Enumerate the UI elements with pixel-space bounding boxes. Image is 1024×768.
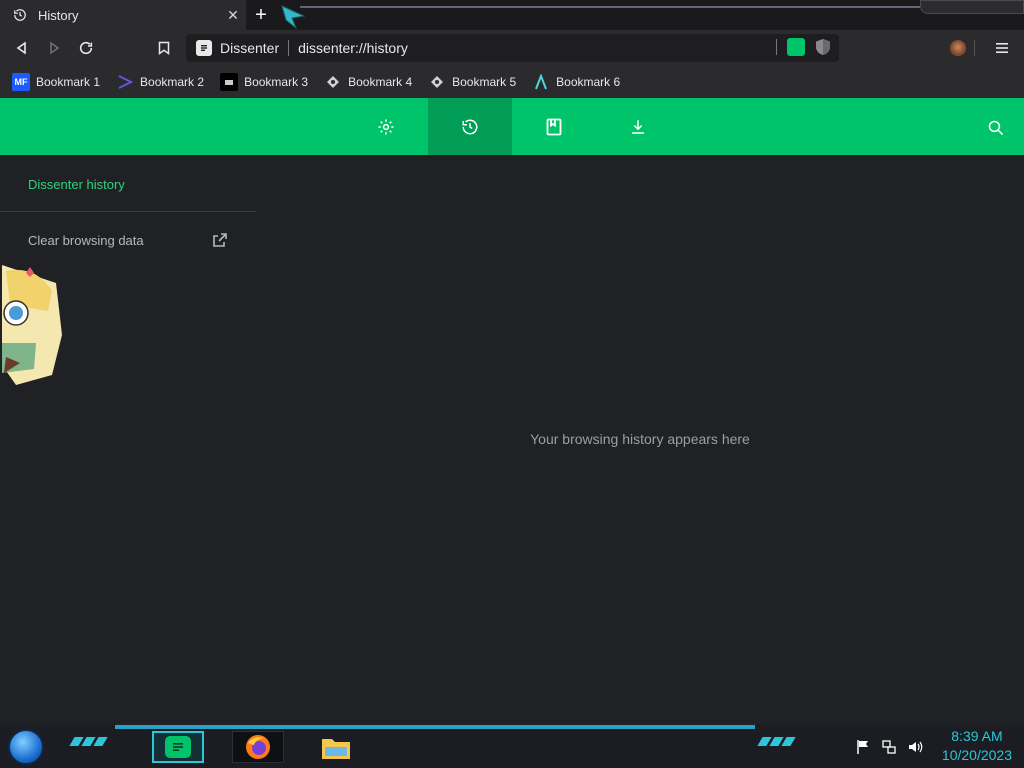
bookmark-icon[interactable]	[152, 36, 176, 60]
mediafire-icon: MF	[12, 73, 30, 91]
start-button[interactable]	[8, 729, 44, 765]
external-link-icon	[213, 233, 227, 247]
system-tray	[855, 739, 923, 755]
menu-icon[interactable]	[990, 36, 1014, 60]
chevron-decor-icon	[69, 737, 114, 751]
history-tab[interactable]	[428, 98, 512, 155]
sidebar-title[interactable]: Dissenter history	[28, 177, 125, 192]
dissenter-extension-icon[interactable]	[787, 38, 805, 56]
bookmark-item[interactable]: Bookmark 3	[220, 73, 308, 91]
bookmarks-tab[interactable]	[512, 98, 596, 155]
tab-strip: History ✕ +	[0, 0, 1024, 30]
empty-history-message: Your browsing history appears here	[530, 431, 750, 447]
bookmark-item[interactable]: Bookmark 5	[428, 73, 516, 91]
terminal-icon	[220, 73, 239, 91]
bookmark-manager-icon	[546, 118, 562, 135]
bookmark-item[interactable]: Bookmark 4	[324, 73, 412, 91]
taskbar-accent-strip	[115, 725, 755, 729]
taskbar: 8:39 AM 10/20/2023	[0, 725, 1024, 768]
volume-icon[interactable]	[907, 739, 923, 755]
firefox-icon	[246, 735, 270, 759]
folder-icon	[322, 739, 350, 759]
gear-icon	[378, 119, 394, 134]
dragon-icon	[324, 73, 342, 91]
address-bar[interactable]: Dissenter dissenter://history	[186, 34, 839, 62]
browser-window: History ✕ + Dissenter dissenter://histor…	[0, 0, 1024, 768]
history-icon	[12, 7, 28, 23]
tab-history[interactable]: History ✕	[0, 0, 246, 30]
titlebar-decor	[300, 0, 920, 8]
chevron-bookmark-icon	[116, 73, 134, 91]
page-header	[0, 98, 1024, 155]
window-corner-decor	[920, 0, 1024, 14]
tab-title: History	[38, 7, 79, 23]
site-name: Dissenter	[220, 40, 280, 56]
reload-button[interactable]	[74, 36, 98, 60]
clock-date: 10/20/2023	[941, 747, 1012, 763]
chevron-decor-icon	[757, 737, 802, 751]
back-button[interactable]	[10, 36, 34, 60]
sidebar-divider	[0, 211, 256, 212]
dissenter-icon	[196, 40, 212, 56]
search-button[interactable]	[984, 116, 1006, 138]
cartoon-sticker	[2, 265, 62, 385]
history-icon	[462, 119, 478, 134]
taskbar-app-file-explorer[interactable]	[310, 731, 362, 763]
site-chip: Dissenter	[196, 40, 279, 56]
clock-time: 8:39 AM	[951, 728, 1003, 744]
clock[interactable]: 8:39 AM 10/20/2023	[942, 727, 1012, 765]
url-text[interactable]: dissenter://history	[298, 40, 408, 56]
omnibox-divider	[288, 40, 290, 56]
dragon-decor-icon	[281, 5, 306, 30]
flag-icon[interactable]	[855, 739, 871, 755]
bookmark-item[interactable]: Bookmark 2	[116, 73, 204, 91]
toolbar: Dissenter dissenter://history	[0, 30, 1024, 66]
settings-tab[interactable]	[344, 98, 428, 155]
forward-button[interactable]	[42, 36, 66, 60]
network-icon[interactable]	[881, 739, 897, 755]
clear-browsing-data-label: Clear browsing data	[28, 232, 144, 248]
taskbar-app-browser[interactable]	[152, 731, 204, 763]
clear-browsing-data-link[interactable]: Clear browsing data	[28, 227, 228, 253]
downloads-tab[interactable]	[596, 98, 680, 155]
omnibox-divider	[776, 39, 777, 55]
shield-icon[interactable]	[815, 38, 831, 56]
close-tab-icon[interactable]: ✕	[220, 2, 246, 28]
bookmark-item[interactable]: Bookmark 6	[532, 73, 620, 91]
profile-avatar[interactable]	[946, 36, 970, 60]
download-icon	[632, 119, 644, 134]
taskbar-app-firefox[interactable]	[232, 731, 284, 763]
toolbar-divider	[973, 36, 975, 60]
bookmark-item[interactable]: MF Bookmark 1	[12, 73, 100, 91]
lambda-icon	[532, 73, 550, 91]
bookmarks-bar: MF Bookmark 1 Bookmark 2 Bookmark 3 Bookm…	[0, 66, 1024, 98]
dissenter-icon	[165, 736, 191, 758]
dragon-icon	[428, 73, 446, 91]
new-tab-button[interactable]: +	[250, 4, 272, 26]
history-page: Dissenter history Clear browsing data Yo…	[0, 155, 1024, 725]
search-icon	[988, 120, 1003, 135]
